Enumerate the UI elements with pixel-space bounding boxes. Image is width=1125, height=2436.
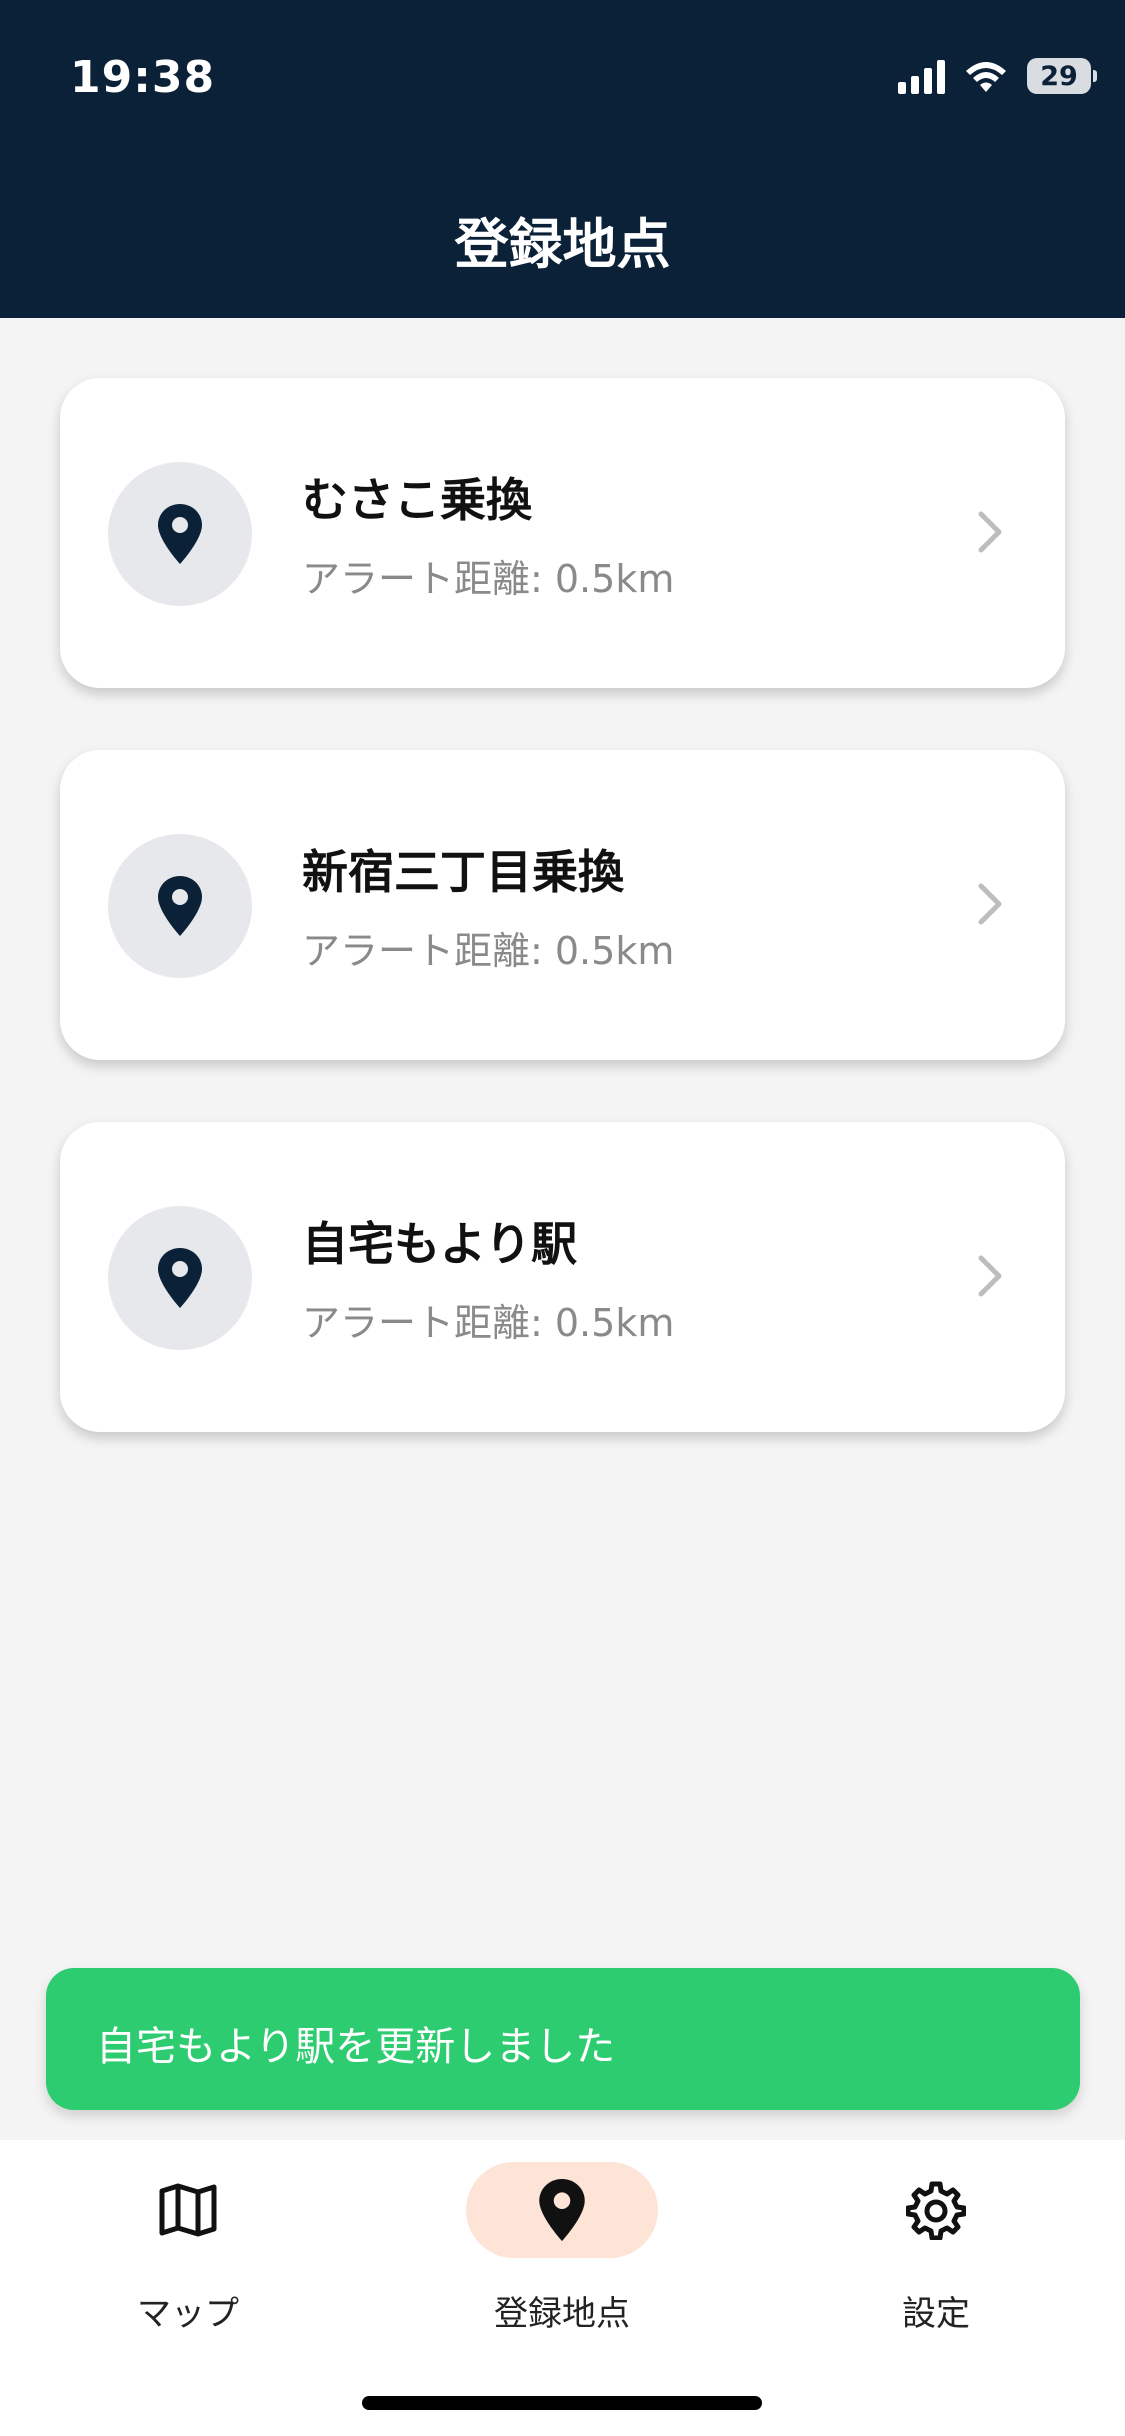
map-icon bbox=[159, 2183, 217, 2237]
status-icons: 29 bbox=[898, 58, 1097, 94]
location-avatar bbox=[108, 834, 252, 978]
location-card[interactable]: 自宅もより駅 アラート距離: 0.5km bbox=[60, 1122, 1065, 1432]
location-name: むさこ乗換 bbox=[302, 473, 532, 527]
bottom-tab-bar: マップ 登録地点 設定 bbox=[0, 2140, 1125, 2436]
tab-registered-locations[interactable]: 登録地点 bbox=[412, 2162, 712, 2362]
alert-distance: アラート距離: 0.5km bbox=[302, 1301, 675, 1345]
tab-icon-container-active bbox=[466, 2162, 658, 2258]
location-pin-icon bbox=[158, 1248, 202, 1308]
tab-label: 設定 bbox=[902, 2294, 970, 2334]
alert-distance: アラート距離: 0.5km bbox=[302, 929, 675, 973]
status-time: 19:38 bbox=[70, 52, 216, 103]
app-header: 19:38 29 登録地点 bbox=[0, 0, 1125, 318]
location-pin-icon bbox=[158, 876, 202, 936]
battery-icon: 29 bbox=[1027, 58, 1097, 94]
location-name: 新宿三丁目乗換 bbox=[302, 845, 624, 899]
wifi-icon bbox=[966, 62, 1006, 92]
location-list: むさこ乗換 アラート距離: 0.5km 新宿三丁目乗換 アラート距離: 0.5k… bbox=[60, 378, 1065, 1494]
location-card[interactable]: 新宿三丁目乗換 アラート距離: 0.5km bbox=[60, 750, 1065, 1060]
cellular-signal-icon bbox=[898, 58, 945, 94]
location-name: 自宅もより駅 bbox=[302, 1217, 578, 1271]
chevron-right-icon bbox=[978, 511, 1002, 553]
chevron-right-icon bbox=[978, 1255, 1002, 1297]
gear-icon bbox=[906, 2181, 966, 2240]
page-title: 登録地点 bbox=[454, 213, 671, 276]
location-avatar bbox=[108, 462, 252, 606]
tab-icon-container bbox=[92, 2162, 284, 2258]
tab-label: マップ bbox=[137, 2294, 239, 2334]
location-avatar bbox=[108, 1206, 252, 1350]
location-card[interactable]: むさこ乗換 アラート距離: 0.5km bbox=[60, 378, 1065, 688]
chevron-right-icon bbox=[978, 883, 1002, 925]
tab-settings[interactable]: 設定 bbox=[786, 2162, 1086, 2362]
toast-message: 自宅もより駅を更新しました bbox=[96, 2024, 616, 2070]
tab-label: 登録地点 bbox=[494, 2294, 630, 2334]
location-pin-icon bbox=[158, 504, 202, 564]
alert-distance: アラート距離: 0.5km bbox=[302, 557, 675, 601]
tab-icon-container bbox=[840, 2162, 1032, 2258]
location-pin-icon bbox=[539, 2179, 585, 2241]
home-indicator[interactable] bbox=[362, 2396, 762, 2410]
toast-notification: 自宅もより駅を更新しました bbox=[46, 1968, 1080, 2110]
tab-map[interactable]: マップ bbox=[38, 2162, 338, 2362]
